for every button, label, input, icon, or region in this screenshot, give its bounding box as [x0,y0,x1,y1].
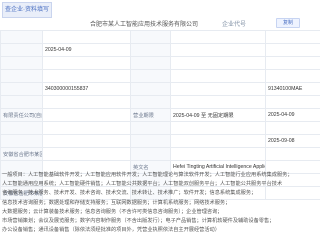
table-cell-5 [265,121,320,135]
table-row: 有限责任公司(自然人投资或控股) 营业期限2025-04-09 至 无固定期限20… [0,108,320,122]
business-scope-line: 一般项目：人工智能基础软件开发；人工智能应用软件开发；人工智能理论与算法软件开发… [2,172,293,178]
copy-button[interactable]: 复制 [276,18,300,28]
table-cell-2 [42,121,131,135]
table-row: 340300000155837 91340100MAE [0,82,320,96]
business-scope: 一般项目：人工智能基础软件开发；人工智能应用软件开发；人工智能理论与算法软件开发… [0,171,320,235]
table-cell-1 [0,43,43,57]
business-scope-line: 大数据服务；云计算装备技术服务；信息咨询服务（不含许可类信息咨询服务）；企业管理… [2,208,223,215]
table-cell-2 [42,30,131,44]
table-cell-1 [0,82,43,96]
table-row [0,69,320,83]
table-cell-4 [170,147,266,161]
table-cell-2 [42,95,131,109]
table-cell-1 [0,95,43,109]
table-cell-5 [265,95,320,109]
table-cell-3 [130,56,171,70]
table-cell-2: 340300000155837 [42,82,131,96]
table-cell-2 [42,134,131,148]
table-cell-3 [130,134,171,148]
table-cell-1 [0,30,43,44]
business-scope-line: 咨询服务；技术服务、技术开发、技术咨询、技术交流、技术转让、技术推广；软件开发；… [2,190,257,197]
table-cell-1: 有限责任公司(自然人投资或控股) [0,108,43,122]
table-row [0,30,320,44]
tab-company-code[interactable]: 企业代号 [222,19,246,28]
table-cell-5 [265,30,320,44]
table-row [0,95,320,109]
table-cell-4 [170,69,266,83]
table-cell-2 [42,56,131,70]
header-row: 合肥市某人工智能应用技术服务有限公司 企业代号 [0,16,320,28]
table-cell-5: 2025-09-08 [265,134,320,148]
table-row: 安徽省合肥市某区 [0,147,320,161]
table-cell-5 [265,147,320,161]
table-cell-2: 2025-04-09 [42,43,131,57]
table-row: 2025-04-09 [0,43,320,57]
table-cell-3 [130,43,171,57]
table-cell-4 [170,121,266,135]
table-cell-2 [42,69,131,83]
table-cell-1 [0,69,43,83]
business-scope-line: 人工智能通用应用系统；人工智能硬件销售；人工智能公共数据平台；人工智能双创服务平… [2,181,283,188]
business-scope-line: 办公设备销售；通讯设备销售（除依法须经批准的项目外，凭营业执照依法自主开展经营活… [2,227,220,234]
table-cell-4 [170,95,266,109]
table-cell-5: 2025-04-09 [265,108,320,122]
table-cell-4 [170,43,266,57]
table-cell-3 [130,95,171,109]
table-cell-5 [265,43,320,57]
table-cell-3 [130,82,171,96]
business-scope-line: 信息技术咨询服务；数据处理和存储支持服务；互联网数据服务；计算机系统服务；网络技… [2,199,231,206]
table-cell-2 [42,108,131,122]
table-row: 2025-09-08 [0,134,320,148]
company-info-page: 查企业·资料填写 合肥市某人工智能应用技术服务有限公司 企业代号 复制 2025… [0,0,320,240]
table-cell-2 [42,147,131,161]
table-cell-5 [265,69,320,83]
table-row [0,56,320,70]
table-cell-3: 营业期限 [130,108,171,122]
table-row [0,121,320,135]
table-cell-5 [265,56,320,70]
table-cell-1 [0,56,43,70]
table-cell-4 [170,30,266,44]
table-cell-1: 安徽省合肥市某区 [0,147,43,161]
table-cell-4 [170,82,266,96]
table-cell-3 [130,147,171,161]
table-cell-4 [170,134,266,148]
table-cell-1 [0,134,43,148]
business-scope-line: 市场营销策划；会议及展览服务；数字内容制作服务（不含出版发行）；电子产品销售；计… [2,218,275,225]
table-cell-4: 2025-04-09 至 无固定期限 [170,108,266,122]
table-cell-4 [170,56,266,70]
company-title: 合肥市某人工智能应用技术服务有限公司 [90,22,199,28]
table-cell-3 [130,121,171,135]
table-cell-5: 91340100MAE [265,82,320,96]
table-cell-1 [0,121,43,135]
table-cell-3 [130,30,171,44]
table-cell-3 [130,69,171,83]
